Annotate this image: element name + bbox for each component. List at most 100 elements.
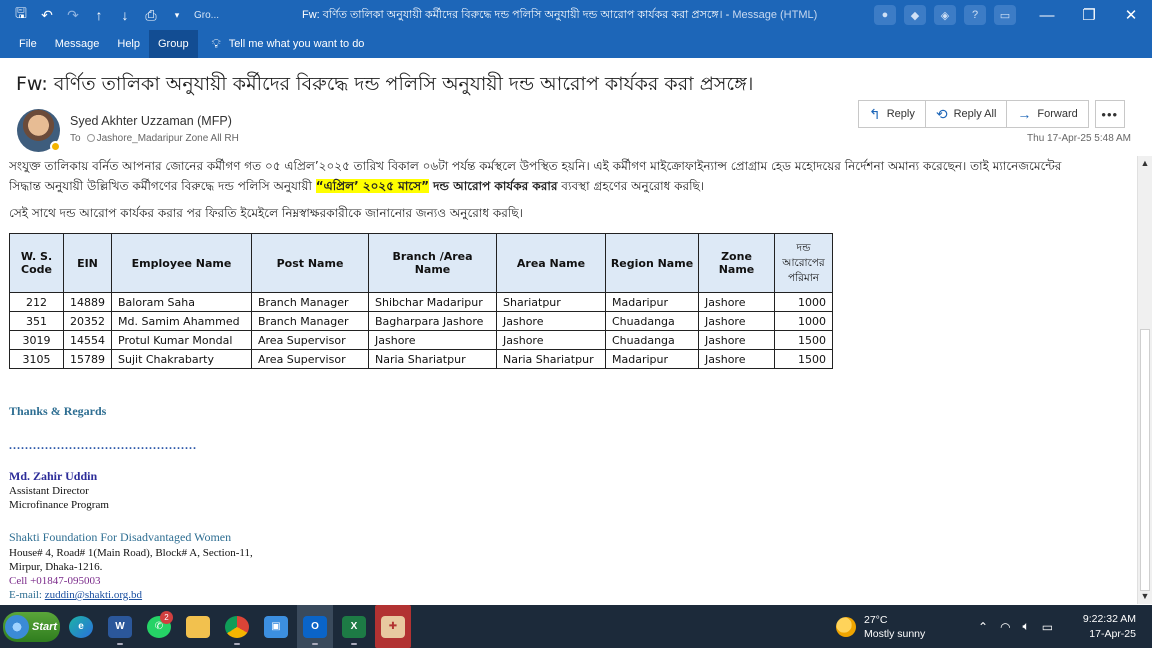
undo-icon[interactable]: ↶ [34, 0, 60, 30]
outlook-message-window: 🖫 ↶ ↷ ↑ ↓ ⎙ ▾ Gro... Fw: বর্ণিত তালিকা অ… [0, 0, 1152, 648]
cell-branch-area: Shibchar Madaripur [368, 292, 497, 312]
window-title: Fw: বর্ণিত তালিকা অনুযায়ী কর্মীদের বিরু… [302, 0, 862, 30]
cell-ws-code: 3105 [9, 349, 64, 369]
col-ein: EIN [63, 233, 112, 293]
cell-ein: 20352 [63, 311, 112, 331]
recipient-line: To Jashore_Madaripur Zone All RH [70, 133, 239, 144]
tab-message[interactable]: Message [46, 30, 109, 58]
ribbon-display-icon[interactable]: ▭ [994, 5, 1016, 25]
start-label: Start [32, 620, 58, 633]
cell-ws-code: 212 [9, 292, 64, 312]
active-app-icon: ✚ [381, 615, 405, 638]
minimize-icon[interactable]: — [1026, 0, 1068, 30]
print-preview-icon[interactable]: ⎙ [138, 0, 164, 30]
col-branch-area-name: Branch /Area Name [368, 233, 497, 293]
reply-all-button[interactable]: ⟲ Reply All [924, 100, 1008, 128]
recipient-presence-icon [86, 134, 95, 142]
cell-region: Madaripur [605, 292, 699, 312]
tab-help[interactable]: Help [108, 30, 149, 58]
taskbar-active-app[interactable]: ✚ [375, 605, 411, 648]
recipient-name[interactable]: Jashore_Madaripur Zone All RH [97, 133, 239, 144]
tab-file[interactable]: File [0, 30, 46, 58]
previous-item-icon[interactable]: ↑ [86, 0, 112, 30]
volume-icon[interactable]: 🔈︎ [1023, 619, 1030, 634]
sender-name[interactable]: Syed Akhter Uzzaman (MFP) [70, 114, 232, 128]
weather-widget[interactable]: 27°C Mostly sunny [836, 605, 925, 648]
cell-area: Jashore [496, 330, 606, 350]
scroll-down-arrow-icon[interactable]: ▼ [1138, 589, 1152, 603]
cell-zone: Jashore [698, 349, 775, 369]
body-paragraph-1-line-2: সিদ্ধান্ত অনুযায়ী উল্লিখিত কর্মীগণের বি… [9, 176, 1129, 196]
scroll-up-arrow-icon[interactable]: ▲ [1138, 156, 1152, 170]
window-title-text: Fw: বর্ণিত তালিকা অনুযায়ী কর্মীদের বিরু… [302, 9, 730, 21]
body-paragraph-1: সংযুক্ত তালিকায় বর্নিত আপনার জোনের কর্ম… [9, 156, 1129, 196]
coauthor-icon[interactable]: ● [874, 5, 896, 25]
cell-branch-area: Bagharpara Jashore [368, 311, 497, 331]
whatsapp-badge: 2 [160, 611, 173, 624]
window-title-suffix: Message (HTML) [732, 9, 818, 21]
email-link[interactable]: zuddin@shakti.org.bd [45, 589, 142, 601]
clock-time: 9:22:32 AM [1082, 613, 1136, 625]
share-icon[interactable]: ◆ [904, 5, 926, 25]
taskbar-file-explorer[interactable] [180, 605, 216, 648]
quick-access-toolbar: 🖫 ↶ ↷ ↑ ↓ ⎙ ▾ Gro... [0, 0, 219, 30]
message-body: সংযুক্ত তালিকায় বর্নিত আপনার জোনের কর্ম… [0, 152, 1136, 604]
received-datetime: Thu 17-Apr-25 5:48 AM [1027, 133, 1131, 144]
cell-branch-area: Jashore [368, 330, 497, 350]
employee-table-body: 212 14889 Baloram Saha Branch Manager Shibch… [9, 292, 833, 369]
weather-temp: 27°C [864, 613, 888, 626]
cell-penalty: 1500 [774, 330, 833, 350]
edge-icon: e [69, 615, 93, 638]
word-icon: W [108, 615, 132, 638]
shield-icon[interactable]: ◈ [934, 5, 956, 25]
forward-button[interactable]: → Forward [1006, 100, 1089, 128]
cell-region: Chuadanga [605, 330, 699, 350]
para1-line2-end: ব্যবস্থা গ্রহণের অনুরোধ করছি। [557, 179, 705, 193]
taskbar-edge[interactable]: e [63, 605, 99, 648]
col-employee-name: Employee Name [111, 233, 252, 293]
reply-all-label: Reply All [953, 108, 997, 120]
signature-organization: Shakti Foundation For Disadvantaged Wome… [9, 530, 232, 544]
restore-icon[interactable]: ❐ [1068, 0, 1110, 30]
tab-group[interactable]: Group [149, 30, 198, 58]
start-button[interactable]: Start [3, 611, 60, 642]
taskbar-excel[interactable]: X [336, 605, 372, 648]
highlighted-month: “এপ্রিল’ ২০২৫ মাসে” [315, 179, 429, 193]
cell-branch-area: Naria Shariatpur [368, 349, 497, 369]
taskbar-word[interactable]: W [102, 605, 138, 648]
battery-icon[interactable]: ▭ [1042, 620, 1053, 634]
tell-me-box[interactable]: 💡︎ Tell me what you want to do [212, 36, 365, 52]
email-subject: Fw: বর্ণিত তালিকা অনুযায়ী কর্মীদের বিরু… [16, 73, 754, 95]
weather-text: 27°C Mostly sunny [864, 613, 925, 641]
qat-group-label[interactable]: Gro... [194, 10, 219, 21]
close-icon[interactable]: ✕ [1110, 0, 1152, 30]
show-hidden-icons-chevron-icon[interactable]: ⌃ [978, 620, 988, 634]
pinned-app-icon: ▣ [264, 615, 288, 638]
forward-icon: → [1017, 106, 1032, 122]
taskbar-whatsapp[interactable]: ✆ 2 [141, 605, 177, 648]
customize-qat-icon[interactable]: ▾ [164, 0, 190, 30]
scroll-thumb[interactable] [1140, 329, 1150, 591]
next-item-icon[interactable]: ↓ [112, 0, 138, 30]
redo-icon[interactable]: ↷ [60, 0, 86, 30]
reply-button[interactable]: ↰ Reply [858, 100, 926, 128]
cell-zone: Jashore [698, 330, 775, 350]
tell-me-text: Tell me what you want to do [228, 38, 365, 50]
lightbulb-icon: 💡︎ [211, 36, 221, 51]
help-icon[interactable]: ? [964, 5, 986, 25]
taskbar-chrome[interactable] [219, 605, 255, 648]
cell-employee-name: Md. Samim Ahammed [111, 311, 252, 331]
more-actions-button[interactable]: ••• [1094, 100, 1125, 128]
cell-ws-code: 351 [9, 311, 64, 331]
taskbar-pinned-app[interactable]: ▣ [258, 605, 294, 648]
title-bar-icons: ● ◆ ◈ ? ▭ [874, 5, 1016, 25]
vertical-scrollbar[interactable]: ▲ ▼ [1137, 156, 1152, 604]
wifi-icon[interactable]: ◠ [1000, 620, 1010, 634]
taskbar-outlook[interactable]: O [297, 605, 333, 648]
col-ws-code: W. S. Code [9, 233, 64, 293]
cell-employee-name: Baloram Saha [111, 292, 252, 312]
para1-line2-start: সিদ্ধান্ত অনুযায়ী উল্লিখিত কর্মীগণের বি… [9, 179, 316, 193]
save-icon[interactable]: 🖫 [8, 0, 34, 30]
cell-penalty: 1000 [774, 292, 833, 312]
taskbar-clock[interactable]: 9:22:32 AM 17-Apr-25 [1078, 612, 1136, 642]
